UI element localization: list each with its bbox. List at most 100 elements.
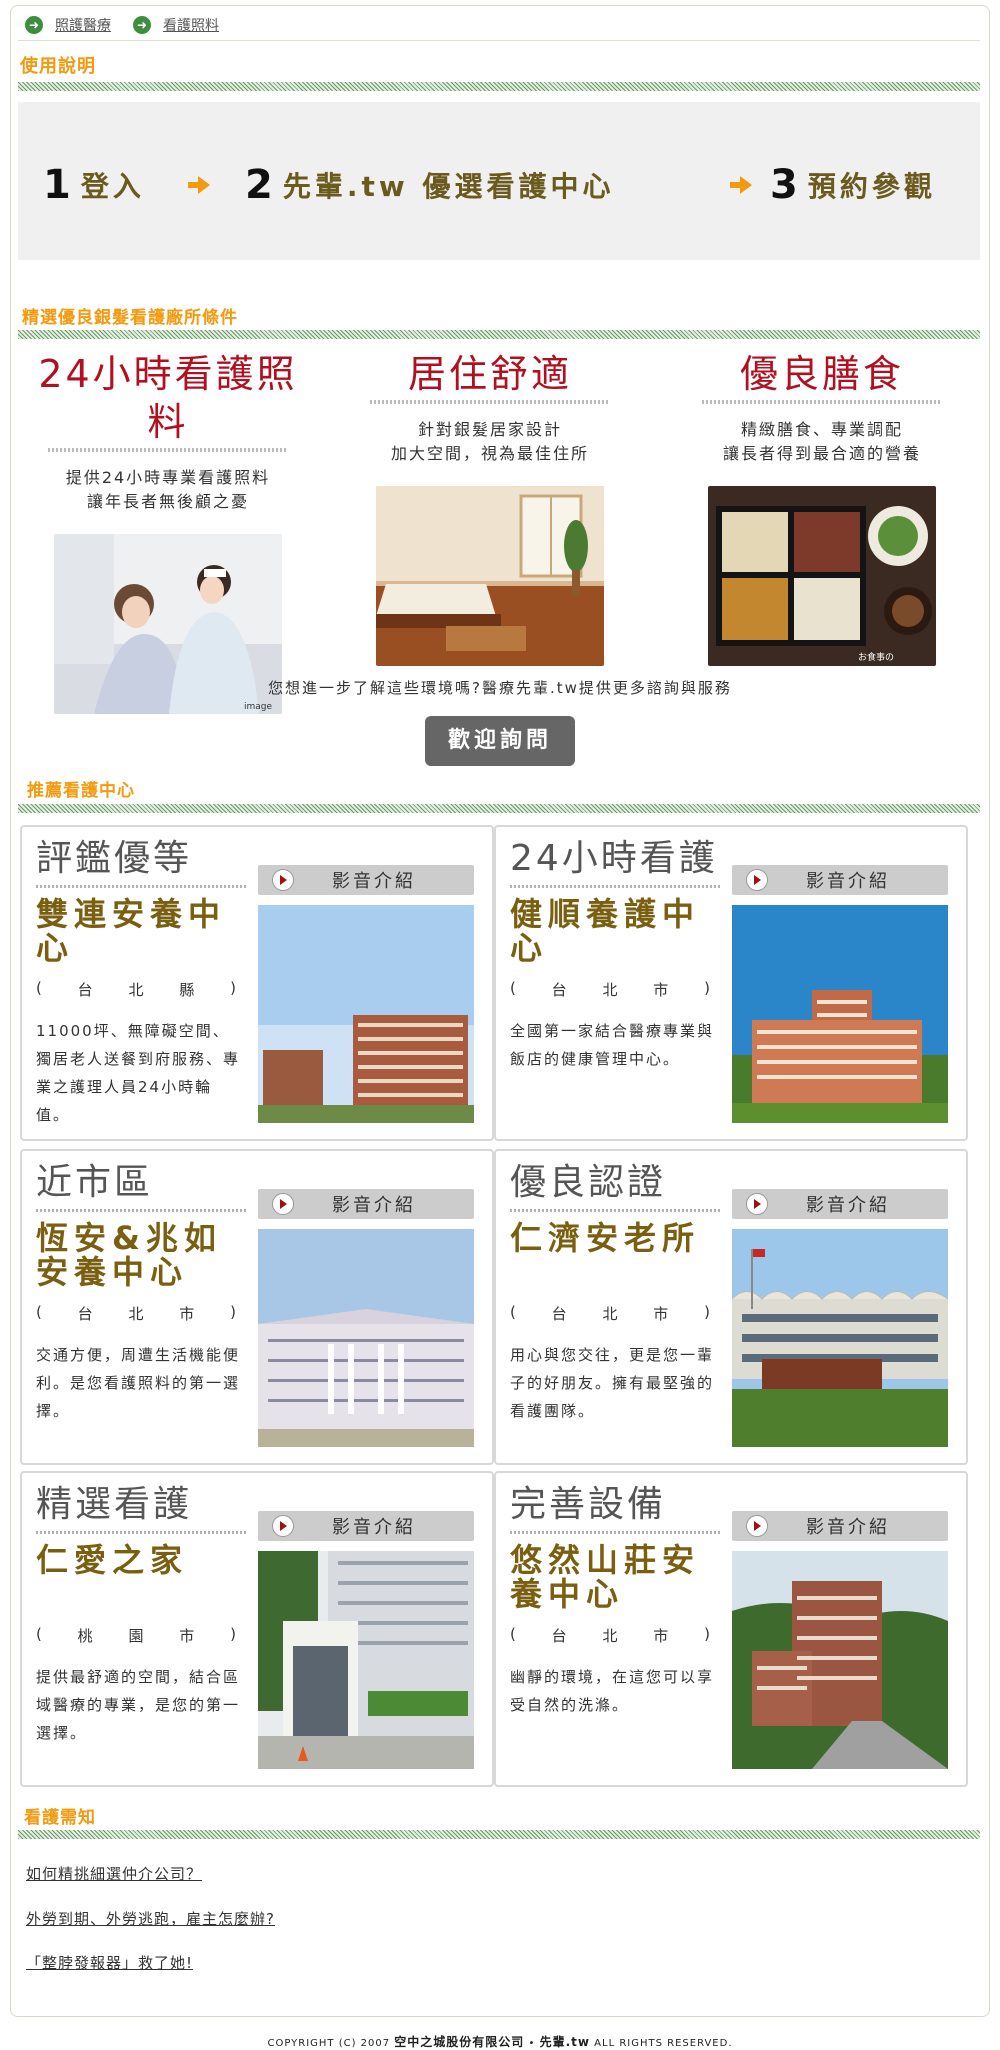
info-text: 您想進一步了解這些環境嗎?醫療先輩.tw提供更多諮詢與服務: [268, 679, 732, 697]
center-name[interactable]: 恆安&兆如安養中心: [36, 1221, 246, 1289]
center-region: (台 北 市): [510, 1625, 710, 1646]
arrow-right-icon: ➜: [25, 16, 43, 34]
center-card[interactable]: 24小時看護 影音介紹 健順養護中心 (台 北 市) 全國第一家結合醫療專業與飯店的…: [494, 825, 968, 1141]
video-intro-button[interactable]: 影音介紹: [258, 1511, 474, 1541]
step-number: 2: [245, 162, 273, 208]
region-char: 北: [602, 1627, 618, 1645]
center-desc: 幽靜的環境，在這您可以享受自然的洗滌。: [510, 1668, 715, 1714]
region-char: 北: [128, 981, 144, 999]
step-number: 3: [770, 162, 798, 208]
notice-link[interactable]: 「整脖發報器」救了她!: [26, 1952, 193, 1973]
play-icon: [746, 1193, 768, 1215]
center-name[interactable]: 悠然山莊安養中心: [510, 1543, 720, 1611]
center-region: (台 北 市): [36, 1303, 236, 1324]
video-label: 影音介紹: [332, 871, 416, 892]
arrow-right-icon: [730, 176, 752, 194]
inquiry-button[interactable]: 歡迎詢問: [425, 716, 575, 766]
region-char: ): [704, 979, 710, 997]
breadcrumb-item-care[interactable]: ➜ 看護照料: [133, 15, 219, 35]
video-intro-button[interactable]: 影音介紹: [732, 865, 948, 895]
hatch-divider: [18, 82, 980, 91]
region-char: 北: [602, 1305, 618, 1323]
step-label: 預約參觀: [807, 170, 936, 203]
notice-link[interactable]: 外勞到期、外勞逃跑，雇主怎麼辦?: [26, 1908, 275, 1929]
region-char: 台: [77, 1305, 93, 1323]
step-3: 3 預約參觀: [770, 165, 936, 205]
dotted-rule: [36, 885, 246, 888]
video-label: 影音介紹: [806, 1517, 890, 1538]
center-name[interactable]: 雙連安養中心: [36, 897, 246, 965]
steps-panel: 1 登入 2 先輩.tw 優選看護中心 3 預約參觀: [18, 102, 980, 260]
dotted-rule: [36, 1209, 246, 1212]
feature-title: 優良膳食: [739, 352, 904, 396]
video-intro-button[interactable]: 影音介紹: [732, 1189, 948, 1219]
feature-meals: 優良膳食 精緻膳食、專業調配 讓長者得到最合適的營養 お食事の: [672, 350, 972, 666]
center-desc: 全國第一家結合醫療專業與飯店的健康管理中心。: [510, 1022, 715, 1068]
center-name[interactable]: 仁愛之家: [36, 1543, 246, 1577]
center-desc: 提供最舒適的空間，結合區域醫療的專業，是您的第一選擇。: [36, 1668, 241, 1742]
photo-caption: image: [244, 702, 272, 712]
center-desc: 交通方便，周遭生活機能便利。是您看護照料的第一選擇。: [36, 1346, 241, 1420]
play-icon: [272, 1193, 294, 1215]
center-region: (台 北 市): [510, 1303, 710, 1324]
building-photo[interactable]: [258, 1229, 474, 1447]
center-desc: 用心與您交往，更是您一輩子的好朋友。擁有最堅強的看護團隊。: [510, 1346, 715, 1420]
region-char: 北: [602, 981, 618, 999]
feature-desc: 針對銀髮居家設計 加大空間，視為最佳住所: [340, 418, 640, 466]
center-category: 評鑑優等: [36, 838, 193, 879]
footer-brand: 先輩.tw: [539, 2035, 590, 2049]
building-photo[interactable]: [258, 1551, 474, 1769]
feature-desc-line: 針對銀髮居家設計: [417, 420, 562, 439]
breadcrumb-link[interactable]: 看護照料: [163, 15, 219, 35]
section-title-recommended: 推薦看護中心: [27, 781, 135, 801]
feature-desc-line: 提供24小時專業看護照料: [65, 468, 271, 487]
hatch-divider: [18, 804, 980, 813]
video-label: 影音介紹: [806, 1195, 890, 1216]
feature-title: 24小時看護照料: [38, 352, 298, 444]
breadcrumb-link[interactable]: 照護醫療: [55, 15, 111, 35]
center-card[interactable]: 優良認證 影音介紹 仁濟安老所 (台 北 市) 用心與您交往，更是您一輩子的好朋友。…: [494, 1149, 968, 1465]
dotted-rule: [510, 1209, 720, 1212]
region-char: 市: [653, 1305, 669, 1323]
feature-desc-line: 讓長者得到最合適的營養: [722, 444, 921, 463]
hatch-divider: [18, 1830, 980, 1839]
video-label: 影音介紹: [332, 1517, 416, 1538]
region-char: ): [230, 1625, 236, 1643]
center-card[interactable]: 精選看護 影音介紹 仁愛之家 (桃 園 市) 提供最舒適的空間，結合區域醫療的專業，…: [20, 1471, 494, 1787]
center-name[interactable]: 仁濟安老所: [510, 1221, 720, 1255]
center-name[interactable]: 健順養護中心: [510, 897, 720, 965]
center-desc: 11000坪、無障礙空間、獨居老人送餐到府服務、專業之護理人員24小時輪值。: [36, 1022, 241, 1124]
center-card[interactable]: 評鑑優等 影音介紹 雙連安養中心 (台 北 縣) 11000坪、無障礙空間、獨居老人…: [20, 825, 494, 1141]
center-region: (桃 園 市): [36, 1625, 236, 1646]
region-char: ): [704, 1303, 710, 1321]
dotted-rule: [702, 400, 942, 404]
footer-pre: COPYRIGHT (C) 2007: [267, 2038, 391, 2049]
region-char: (: [510, 1625, 516, 1643]
region-char: (: [510, 979, 516, 997]
building-photo[interactable]: [732, 1229, 948, 1447]
breadcrumb-item-medical[interactable]: ➜ 照護醫療: [25, 15, 111, 35]
dotted-rule: [510, 1531, 720, 1534]
video-intro-button[interactable]: 影音介紹: [258, 865, 474, 895]
region-char: 台: [551, 1627, 567, 1645]
region-char: 縣: [179, 981, 195, 999]
region-char: ): [230, 1303, 236, 1321]
region-char: 市: [653, 1627, 669, 1645]
building-photo[interactable]: [732, 1551, 948, 1769]
center-card[interactable]: 近市區 影音介紹 恆安&兆如安養中心 (台 北 市) 交通方便，周遭生活機能便利。是…: [20, 1149, 494, 1465]
center-card[interactable]: 完善設備 影音介紹 悠然山莊安養中心 (台 北 市) 幽靜的環境，在這您可以享受自然…: [494, 1471, 968, 1787]
feature-desc: 精緻膳食、專業調配 讓長者得到最合適的營養: [672, 418, 972, 466]
building-photo[interactable]: [258, 905, 474, 1123]
play-icon: [272, 869, 294, 891]
region-char: 市: [653, 981, 669, 999]
video-intro-button[interactable]: 影音介紹: [732, 1511, 948, 1541]
step-1: 1 登入: [43, 165, 145, 205]
video-label: 影音介紹: [806, 871, 890, 892]
feature-title: 居住舒適: [407, 352, 572, 396]
notice-link[interactable]: 如何精挑細選仲介公司？: [26, 1863, 202, 1884]
divider: [18, 40, 980, 41]
dotted-rule: [36, 1531, 246, 1534]
region-char: 台: [77, 981, 93, 999]
building-photo[interactable]: [732, 905, 948, 1123]
video-intro-button[interactable]: 影音介紹: [258, 1189, 474, 1219]
